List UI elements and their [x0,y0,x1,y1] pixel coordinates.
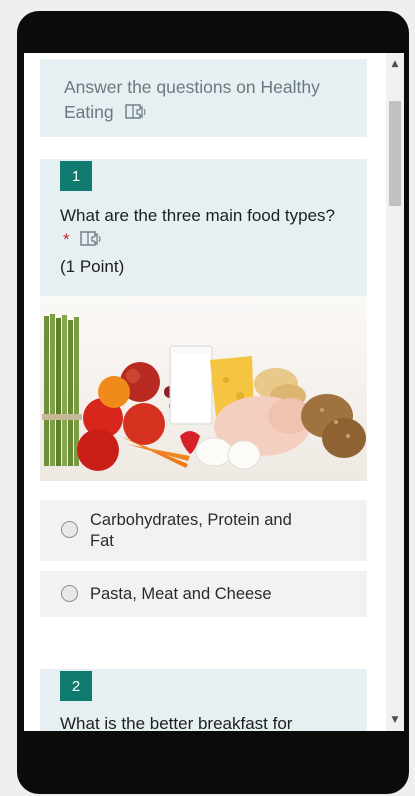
question-number-badge: 1 [60,161,92,191]
option-label: Pasta, Meat and Cheese [90,585,272,603]
question-2: 2 What is the better breakfast for [40,669,367,731]
immersive-reader-icon[interactable] [80,230,102,255]
question-text: What are the three main food types? [60,206,335,225]
question-title: What is the better breakfast for [60,712,340,731]
option-2[interactable]: Pasta, Meat and Cheese [40,571,367,617]
option-label: Carbohydrates, Protein and Fat [90,511,292,550]
form-content: Answer the questions on Healthy Eating 1… [24,53,386,731]
radio-button[interactable] [61,585,78,602]
asparagus [42,314,82,466]
required-marker: * [63,230,70,249]
scrollbar-thumb[interactable] [389,101,401,206]
question-points: (1 Point) [60,257,125,276]
scroll-down-arrow-icon[interactable]: ▼ [386,711,404,729]
form-screen: Answer the questions on Healthy Eating 1… [24,53,404,731]
question-title: What are the three main food types? * (1 … [60,204,340,279]
vertical-scrollbar[interactable]: ▲ ▼ [386,53,404,731]
healthy-food-image [40,296,367,481]
question-number-badge: 2 [60,671,92,701]
option-1[interactable]: Carbohydrates, Protein and Fat [40,500,367,561]
immersive-reader-icon[interactable] [124,103,147,128]
scroll-up-arrow-icon[interactable]: ▲ [386,55,404,73]
form-description: Answer the questions on Healthy Eating [40,59,367,137]
question-text: What is the better breakfast for [60,714,293,731]
intro-text: Answer the questions on Healthy Eating [64,77,320,122]
radio-button[interactable] [61,521,78,538]
question-1: 1 What are the three main food types? * (… [40,159,367,296]
